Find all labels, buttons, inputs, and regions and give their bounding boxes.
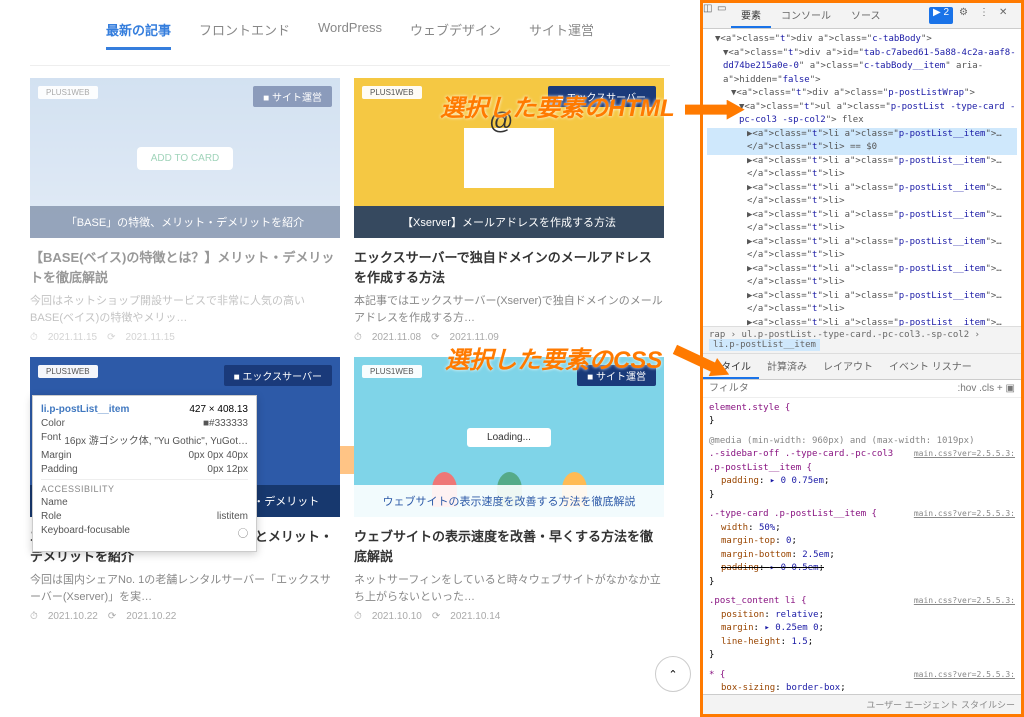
styles-filter: :hov .cls + ▣ [703,380,1021,398]
tab-computed[interactable]: 計算済み [759,354,815,379]
tab-listeners[interactable]: イベント リスナー [881,354,980,379]
styles-footer: ユーザー エージェント スタイルシー [703,694,1021,714]
dom-tree[interactable]: ▼<a">class="t">div a">class="c-tabBody">… [703,29,1021,326]
breadcrumb[interactable]: rap › ul.p-postList.-type-card.-pc-col3.… [703,326,1021,354]
tab-webdesign[interactable]: ウェブデザイン [410,20,501,50]
more-icon[interactable]: ⋮ [979,7,993,21]
devtools-panel: ◫ ▭ 要素 コンソール ソース ▶ 2 ⚙ ⋮ ✕ ▼<a">class="t… [700,0,1024,717]
thumb-caption: 【Xserver】メールアドレスを作成する方法 [354,206,664,238]
annotation-css: 選択した要素のCSS [445,340,732,375]
post-title[interactable]: エックスサーバーで独自ドメインのメールアドレスを作成する方法 [354,248,664,287]
post-excerpt: 今回はネットショップ開設サービスで非常に人気の高いBASE(ベイス)の特徴やメリ… [30,293,340,326]
post-card[interactable]: PLUS1WEB ■ サイト運営 ADD TO CARD 「BASE」の特徴、メ… [30,78,340,343]
tooltip-selector: li.p-postList__item [41,404,129,415]
post-dates: ⏱ 2021.11.15 ⟳ 2021.11.15 [30,332,340,343]
inspect-tooltip: li.p-postList__item 427 × 408.13 Color■#… [32,395,257,552]
post-card[interactable]: PLUS1WEB ■ サイト運営 Loading... ウェブサイトの表示速度を… [354,357,664,622]
category-tag[interactable]: ■ エックスサーバー [224,365,332,386]
post-excerpt: 本記事ではエックスサーバー(Xserver)で独自ドメインのメールアドレスを作成… [354,293,664,326]
tab-frontend[interactable]: フロントエンド [199,20,290,50]
tab-elements[interactable]: 要素 [731,3,771,28]
tab-console[interactable]: コンソール [771,3,841,28]
devtools-top-tabs: ◫ ▭ 要素 コンソール ソース ▶ 2 ⚙ ⋮ ✕ [703,3,1021,29]
thumb-caption: 「BASE」の特徴、メリット・デメリットを紹介 [30,206,340,238]
post-dates: ⏱ 2021.10.22 ⟳ 2021.10.22 [30,611,340,622]
post-title[interactable]: ウェブサイトの表示速度を改善・早くする方法を徹底解説 [354,527,664,566]
post-excerpt: ネットサーフィンをしていると時々ウェブサイトがなかなか立ち上がらないといった… [354,572,664,605]
tab-sources[interactable]: ソース [841,3,891,28]
gear-icon[interactable]: ⚙ [959,7,973,21]
tab-latest[interactable]: 最新の記事 [106,20,171,50]
filter-buttons[interactable]: :hov .cls + ▣ [957,383,1015,394]
post-title[interactable]: 【BASE(ベイス)の特徴とは？】メリット・デメリットを徹底解説 [30,248,340,287]
tab-siteops[interactable]: サイト運営 [529,20,594,50]
thumb-caption: ウェブサイトの表示速度を改善する方法を徹底解説 [354,485,664,517]
annotation-html: 選択した要素のHTML [440,88,745,123]
close-icon[interactable]: ✕ [999,7,1013,21]
device-icon[interactable]: ▭ [717,3,731,17]
inspect-icon[interactable]: ◫ [703,3,717,17]
brand-logo: PLUS1WEB [38,86,98,99]
post-dates: ⏱ 2021.10.10 ⟳ 2021.10.14 [354,611,664,622]
tab-layout[interactable]: レイアウト [815,354,881,379]
brand-logo: PLUS1WEB [362,86,422,99]
styles-tabs: スタイル 計算済み レイアウト イベント リスナー [703,354,1021,380]
scroll-top-button[interactable]: ⌃ [655,656,691,692]
filter-input[interactable] [709,383,957,394]
tooltip-size: 427 × 408.13 [189,404,248,415]
brand-logo: PLUS1WEB [38,365,98,378]
brand-logo: PLUS1WEB [362,365,422,378]
issues-badge[interactable]: ▶ 2 [929,7,953,24]
arrow-icon [685,100,745,120]
post-excerpt: 今回は国内シェアNo. 1の老舗レンタルサーバー「エックスサーバー(Xserve… [30,572,340,605]
styles-panel[interactable]: element.style {}@media (min-width: 960px… [703,398,1021,695]
category-tag[interactable]: ■ サイト運営 [253,86,332,107]
tab-wordpress[interactable]: WordPress [318,20,382,50]
nav-tabs: 最新の記事 フロントエンド WordPress ウェブデザイン サイト運営 [30,10,670,66]
